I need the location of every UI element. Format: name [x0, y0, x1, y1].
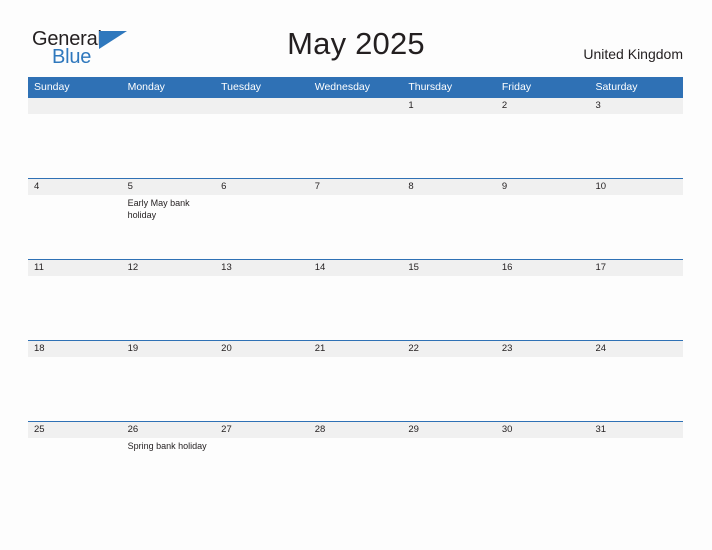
day-number	[221, 98, 303, 114]
day-number: 1	[408, 100, 414, 111]
day-cell[interactable]: 29	[402, 422, 496, 502]
page-header: General Blue May 2025 United Kingdom	[0, 0, 712, 76]
day-number: 6	[221, 181, 227, 192]
day-cell[interactable]: 3	[589, 98, 683, 178]
day-number: 16	[501, 262, 513, 273]
day-header-saturday: Saturday	[595, 81, 638, 93]
day-cell[interactable]: 14	[309, 260, 403, 340]
day-cell[interactable]: 19	[122, 341, 216, 421]
day-cell[interactable]: 27	[215, 422, 309, 502]
day-cell[interactable]: 22	[402, 341, 496, 421]
day-number: 17	[595, 262, 607, 273]
day-number: 10	[595, 181, 607, 192]
day-number: 19	[127, 343, 139, 354]
day-number: 23	[501, 343, 513, 354]
day-cell[interactable]: 12	[122, 260, 216, 340]
day-cell[interactable]: 28	[309, 422, 403, 502]
day-number: 7	[314, 181, 321, 192]
day-cell[interactable]: 11	[28, 260, 122, 340]
day-cell[interactable]	[28, 98, 122, 178]
day-cell[interactable]: 15	[402, 260, 496, 340]
day-number	[315, 98, 397, 114]
day-header-monday: Monday	[127, 81, 165, 93]
day-cell[interactable]	[215, 98, 309, 178]
day-cell[interactable]: 24	[589, 341, 683, 421]
day-number: 14	[314, 262, 326, 273]
day-number: 30	[501, 424, 513, 435]
calendar-grid: Sunday Monday Tuesday Wednesday Thursday…	[28, 77, 683, 502]
day-cell[interactable]: 20	[215, 341, 309, 421]
day-cell[interactable]: 31	[589, 422, 683, 502]
day-event: Spring bank holiday	[127, 441, 207, 451]
day-number: 9	[501, 181, 508, 192]
day-cell[interactable]: 4	[28, 179, 122, 259]
day-number: 15	[408, 262, 419, 273]
day-of-week-header-row: Sunday Monday Tuesday Wednesday Thursday…	[28, 77, 683, 97]
day-cell[interactable]: 1	[402, 98, 496, 178]
day-number: 5	[127, 181, 133, 192]
day-cell[interactable]	[309, 98, 403, 178]
week-row: 25 26 Spring bank holiday 27 28 29 30 31	[28, 421, 683, 502]
day-number: 28	[314, 424, 326, 435]
day-header-sunday: Sunday	[34, 81, 70, 93]
day-cell[interactable]: 23	[496, 341, 590, 421]
day-header-wednesday: Wednesday	[314, 81, 370, 93]
day-event: Early May bank holiday	[127, 198, 190, 220]
day-cell[interactable]: 10	[589, 179, 683, 259]
day-number: 2	[501, 100, 508, 111]
day-number: 21	[314, 343, 326, 354]
day-number: 27	[221, 424, 232, 435]
day-number: 22	[408, 343, 419, 354]
day-cell[interactable]: 9	[496, 179, 590, 259]
day-number: 20	[221, 343, 232, 354]
day-number	[128, 98, 210, 114]
day-number: 8	[408, 181, 414, 192]
day-cell[interactable]: 16	[496, 260, 590, 340]
day-cell[interactable]: 21	[309, 341, 403, 421]
day-cell[interactable]: 7	[309, 179, 403, 259]
day-cell[interactable]	[122, 98, 216, 178]
day-cell[interactable]: 26 Spring bank holiday	[122, 422, 216, 502]
day-number: 12	[127, 262, 139, 273]
day-number: 11	[34, 262, 44, 273]
calendar-page: General Blue May 2025 United Kingdom Sun…	[0, 0, 712, 550]
day-number: 25	[34, 424, 45, 435]
day-cell[interactable]: 18	[28, 341, 122, 421]
day-cell[interactable]: 8	[402, 179, 496, 259]
day-cell[interactable]: 6	[215, 179, 309, 259]
day-header-friday: Friday	[501, 81, 532, 93]
day-cell[interactable]: 2	[496, 98, 590, 178]
day-number: 18	[34, 343, 45, 354]
day-header-tuesday: Tuesday	[221, 81, 262, 93]
day-cell[interactable]: 17	[589, 260, 683, 340]
day-number: 3	[595, 100, 601, 111]
day-cell[interactable]: 30	[496, 422, 590, 502]
day-cell[interactable]: 13	[215, 260, 309, 340]
week-row: 11 12 13 14 15 16 17	[28, 259, 683, 340]
day-number: 31	[595, 424, 607, 435]
day-number	[34, 98, 116, 114]
day-header-thursday: Thursday	[408, 81, 453, 93]
day-number: 4	[34, 181, 40, 192]
day-number: 24	[595, 343, 607, 354]
region-label: United Kingdom	[583, 46, 683, 62]
week-row: 4 5 Early May bank holiday 6 7 8 9 10	[28, 178, 683, 259]
day-cell[interactable]: 25	[28, 422, 122, 502]
week-row: 1 2 3	[28, 97, 683, 178]
week-row: 18 19 20 21 22 23 24	[28, 340, 683, 421]
day-number: 13	[221, 262, 232, 273]
day-cell[interactable]: 5 Early May bank holiday	[122, 179, 216, 259]
day-number: 26	[127, 424, 139, 435]
day-number: 29	[408, 424, 419, 435]
